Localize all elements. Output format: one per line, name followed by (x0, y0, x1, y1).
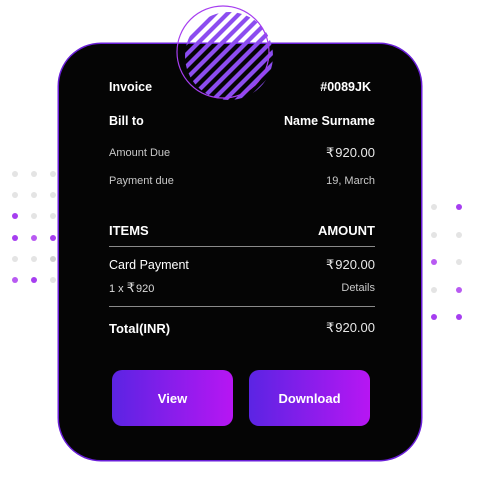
item-unit-price: 920 (136, 283, 155, 295)
items-header: ITEMS (109, 223, 149, 238)
total-value: ₹920.00 (326, 320, 375, 336)
amount-due-number: 920.00 (335, 145, 375, 160)
items-divider (109, 246, 375, 247)
invoice-number: #0089JK (320, 80, 371, 94)
item-name: Card Payment (109, 258, 189, 272)
rupee-icon: ₹ (325, 145, 335, 160)
amount-due-value: ₹920.00 (326, 145, 375, 161)
total-divider (109, 306, 375, 307)
view-button[interactable]: View (112, 370, 233, 426)
payment-due-label: Payment due (109, 175, 174, 187)
item-qty-text: 1 x (109, 283, 124, 295)
item-amount: ₹920.00 (326, 257, 375, 273)
item-quantity: 1 x ₹920 (109, 280, 154, 296)
amount-header: AMOUNT (317, 223, 375, 238)
rupee-icon: ₹ (126, 280, 136, 295)
item-amount-number: 920.00 (335, 257, 375, 272)
invoice-card: Invoice #0089JK Bill to Name Surname Amo… (59, 44, 421, 460)
bill-to-label: Bill to (109, 114, 144, 128)
striped-circle-decoration (176, 5, 273, 100)
bill-to-name: Name Surname (283, 114, 375, 128)
rupee-icon: ₹ (325, 257, 335, 272)
payment-due-value: 19, March (326, 175, 375, 187)
invoice-label: Invoice (109, 80, 153, 94)
total-label: Total(INR) (109, 320, 171, 336)
total-number: 920.00 (335, 320, 375, 335)
rupee-icon: ₹ (325, 320, 335, 335)
details-link[interactable]: Details (341, 282, 375, 294)
amount-due-label: Amount Due (109, 147, 171, 159)
download-button[interactable]: Download (249, 370, 370, 426)
